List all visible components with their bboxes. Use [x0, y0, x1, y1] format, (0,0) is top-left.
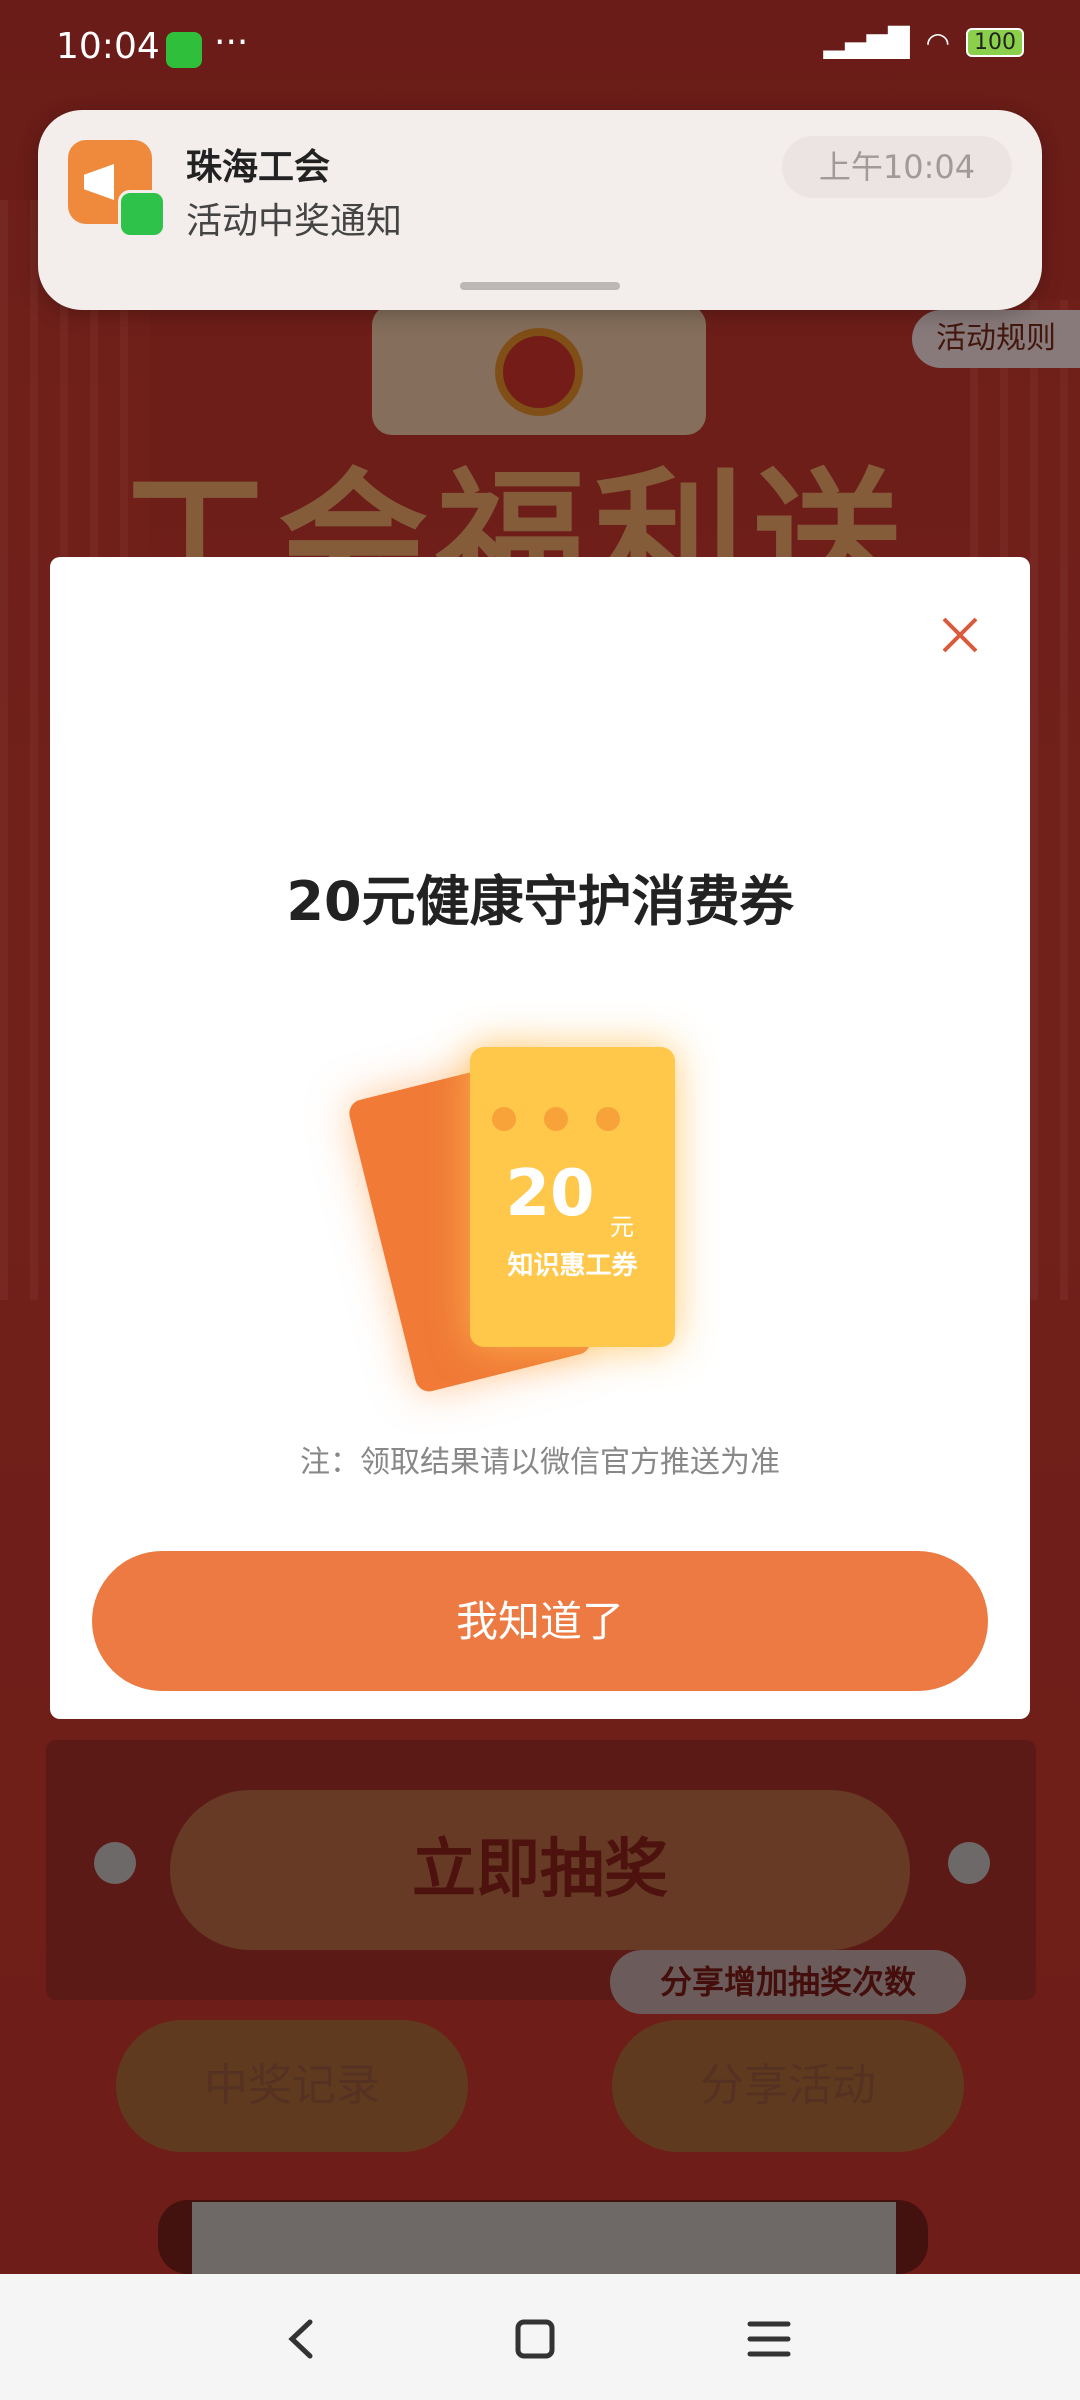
battery-icon: 100	[966, 28, 1024, 57]
prize-modal: 20元健康守护消费券 20 元 知识惠工券 注：领取结果请以微信官方推送为准 我…	[50, 557, 1030, 1719]
wifi-icon: ◠	[925, 26, 950, 59]
wechat-status-icon	[166, 32, 202, 68]
notification-drag-handle[interactable]	[460, 282, 620, 290]
signal-icon: ▂▄▆█	[823, 26, 910, 59]
notification-banner[interactable]: 珠海工会 活动中奖通知 上午10:04	[38, 110, 1042, 310]
home-icon[interactable]	[500, 2304, 570, 2374]
prize-note: 注：领取结果请以微信官方推送为准	[300, 1445, 780, 1480]
coupon-unit: 元	[610, 1213, 634, 1241]
back-icon[interactable]	[266, 2304, 336, 2374]
status-bar: 10:04 ··· ▂▄▆█ ◠ 100	[0, 0, 1080, 100]
notification-time: 上午10:04	[782, 136, 1012, 198]
close-icon[interactable]	[930, 605, 990, 665]
status-indicators: ▂▄▆█ ◠ 100	[823, 26, 1024, 59]
coupon-illustration: 20 元 知识惠工券	[346, 1037, 720, 1417]
coupon-amount: 20	[505, 1157, 595, 1231]
coupon-holes	[492, 1107, 620, 1131]
navigation-bar	[0, 2274, 1080, 2400]
confirm-button[interactable]: 我知道了	[92, 1551, 988, 1691]
coupon-front: 20 元 知识惠工券	[470, 1047, 675, 1347]
menu-icon[interactable]	[734, 2304, 804, 2374]
coupon-label: 知识惠工券	[507, 1251, 638, 1281]
more-status-icon: ···	[214, 22, 249, 63]
notification-message: 活动中奖通知	[186, 201, 403, 242]
status-time: 10:04	[56, 26, 160, 67]
notification-app-name: 珠海工会	[186, 147, 331, 188]
wechat-icon	[118, 190, 166, 238]
prize-title: 20元健康守护消费券	[286, 870, 794, 933]
